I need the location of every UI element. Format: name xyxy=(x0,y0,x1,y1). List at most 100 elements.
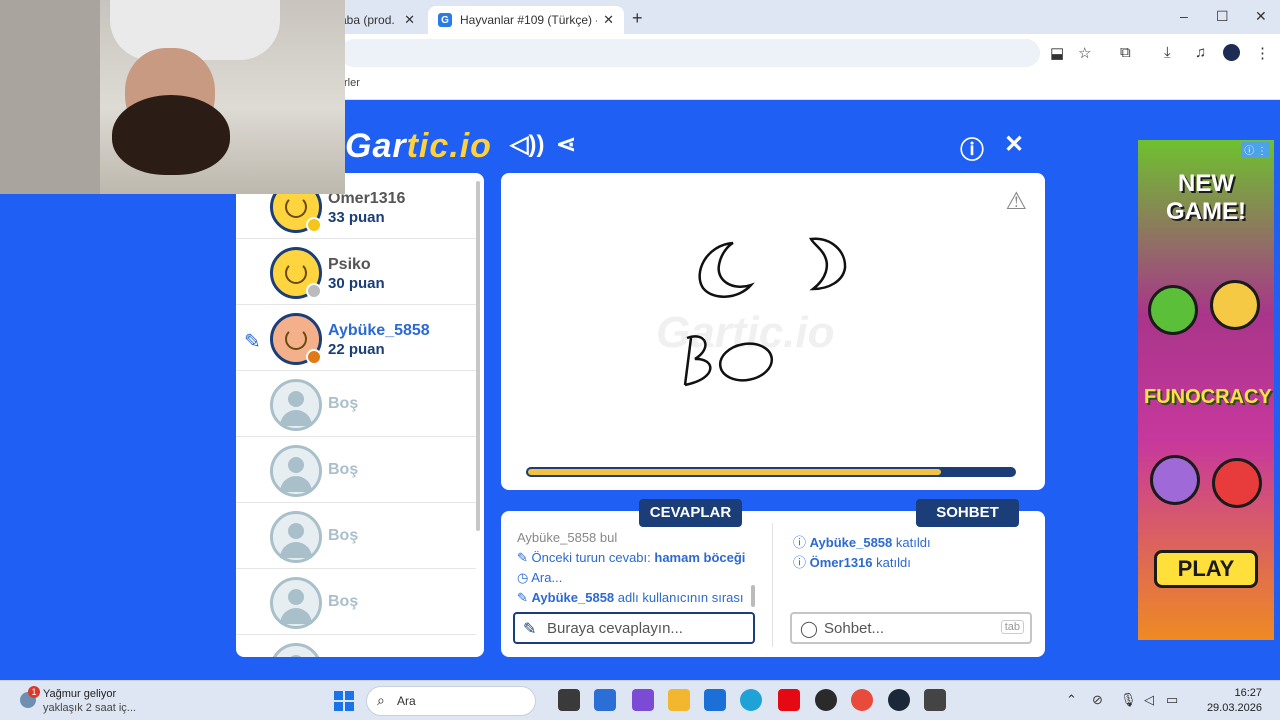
player-points: 22 puan xyxy=(328,341,385,358)
network-icon[interactable]: ⊘ xyxy=(1092,692,1103,708)
task-view-icon[interactable] xyxy=(558,689,580,711)
close-icon[interactable]: ✕ xyxy=(603,12,614,28)
obs-icon[interactable] xyxy=(815,689,837,711)
bookmark-folder[interactable]: rler xyxy=(344,77,360,89)
tray-overflow-icon[interactable]: ⌃ xyxy=(1066,692,1077,708)
media-control-icon[interactable]: ♫ xyxy=(1195,44,1206,61)
search-label: Ara xyxy=(397,694,416,708)
answer-input[interactable]: ✎ Buraya cevaplayın... xyxy=(513,612,755,644)
ad-banner[interactable]: ⓘ ⋮ NEW GAME! FUNOCRACY PLAY xyxy=(1138,140,1274,640)
round-timer-bar xyxy=(526,467,1016,477)
answer-log-line: ✎ Önceki turun cevabı: hamam böceği xyxy=(517,550,745,566)
microphone-icon[interactable]: 🎙 xyxy=(1120,692,1137,708)
info-icon[interactable]: ⓘ xyxy=(960,130,984,165)
weather-subtitle: yaklaşık 2 saat iç... xyxy=(43,702,136,714)
pencil-icon: ✎ xyxy=(517,590,528,605)
turn-player-name: Aybüke_5858 xyxy=(531,590,615,605)
file-explorer-icon[interactable] xyxy=(668,689,690,711)
answer-log-line: ◷ Ara... xyxy=(517,570,562,586)
ad-character-icon xyxy=(1148,285,1198,335)
chat-placeholder: Sohbet... xyxy=(824,620,885,637)
empty-slot: Boş xyxy=(236,569,476,635)
chrome-icon[interactable] xyxy=(851,689,873,711)
extensions-icon[interactable]: ⧉ xyxy=(1120,44,1131,61)
logo-main: Gar xyxy=(345,127,407,165)
clock-date: 29.03.2026 xyxy=(1206,702,1262,714)
bookmark-star-icon[interactable]: ☆ xyxy=(1078,44,1091,62)
taskbar: 1 Yağmur geliyor yaklaşık 2 saat iç... ⌕… xyxy=(0,680,1280,720)
battery-icon[interactable]: ▭ xyxy=(1166,692,1178,708)
ad-play-button[interactable]: PLAY xyxy=(1154,550,1258,588)
ad-character-icon xyxy=(1210,280,1260,330)
minimize-button[interactable]: – xyxy=(1180,8,1188,24)
edge-icon[interactable] xyxy=(740,689,762,711)
store-icon[interactable] xyxy=(704,689,726,711)
gartic-favicon-icon: G xyxy=(438,13,452,27)
ad-brand: FUNOCRACY xyxy=(1144,386,1272,408)
pencil-icon: ✎ xyxy=(244,331,261,353)
windows-start-icon[interactable] xyxy=(334,691,354,711)
player-name: Psiko xyxy=(328,256,371,273)
empty-avatar-icon xyxy=(270,643,322,657)
chat-input[interactable]: ◯ Sohbet... tab xyxy=(790,612,1032,644)
profile-avatar[interactable] xyxy=(1223,44,1240,61)
taskbar-search[interactable]: ⌕ Ara xyxy=(366,686,536,716)
webcam-hair xyxy=(112,95,230,175)
speaker-icon[interactable]: ◁ xyxy=(1144,692,1154,708)
pencil-icon: ✎ xyxy=(523,621,537,638)
empty-label: Boş xyxy=(328,593,359,610)
install-app-icon[interactable]: ⬓ xyxy=(1050,44,1064,62)
menu-icon[interactable]: ⋮ xyxy=(1255,44,1270,62)
empty-avatar-icon xyxy=(270,511,322,563)
report-warning-icon[interactable]: ⚠ xyxy=(1005,187,1027,216)
player-list: Ömer1316 33 puan Psiko 30 puan ✎ Aybüke_… xyxy=(236,173,484,657)
webcam-background xyxy=(0,0,100,194)
tab-gartic[interactable]: G Hayvanlar #109 (Türkçe) - Gartic ✕ xyxy=(428,6,624,34)
status-badge xyxy=(306,217,322,233)
empty-avatar-icon xyxy=(270,379,322,431)
app-icon[interactable] xyxy=(594,689,616,711)
download-icon[interactable]: ⤓ xyxy=(1164,44,1171,61)
chat-user: Ömer1316 xyxy=(809,555,873,570)
new-tab-button[interactable]: + xyxy=(632,8,643,29)
window-close-button[interactable]: ✕ xyxy=(1255,8,1267,25)
answer-log-text: bul xyxy=(599,530,618,545)
smiley-icon xyxy=(285,328,307,350)
share-icon[interactable]: ⋖ xyxy=(556,130,576,159)
clock-time: 16:27 xyxy=(1234,687,1262,699)
player-name: Aybüke_5858 xyxy=(328,322,430,339)
chat-user: Aybüke_5858 xyxy=(809,535,893,550)
round-timer-fill xyxy=(526,467,943,477)
steam-icon[interactable] xyxy=(888,689,910,711)
answers-scrollbar[interactable] xyxy=(751,585,755,607)
close-icon[interactable]: ✕ xyxy=(404,12,415,28)
ad-headline: NEW GAME! xyxy=(1166,170,1246,225)
gartic-logo: Gartic.io xyxy=(345,127,492,166)
address-input[interactable] xyxy=(340,39,1040,67)
tab-key-hint: tab xyxy=(1000,620,1024,634)
player-list-scrollbar[interactable] xyxy=(476,181,480,531)
ad-character-icon xyxy=(1150,455,1200,505)
netflix-icon[interactable] xyxy=(778,689,800,711)
answers-tab[interactable]: CEVAPLAR xyxy=(639,499,742,527)
taskbar-clock[interactable]: 16:27 29.03.2026 xyxy=(1196,686,1262,716)
empty-slot: Boş xyxy=(236,437,476,503)
clock-icon: ◷ xyxy=(517,570,529,585)
turn-text: adlı kullanıcının sırası xyxy=(617,590,744,605)
empty-avatar-icon xyxy=(270,577,322,629)
chat-line: ⓘ Ömer1316 katıldı xyxy=(793,552,911,571)
drawing-canvas[interactable]: Gartic.io ⚠ xyxy=(501,173,1045,490)
answer-placeholder: Buraya cevaplayın... xyxy=(547,620,683,637)
webcam-overlay xyxy=(0,0,345,194)
empty-label: Boş xyxy=(328,527,359,544)
maximize-button[interactable]: ☐ xyxy=(1216,8,1229,25)
app-icon[interactable] xyxy=(632,689,654,711)
chat-tab[interactable]: SOHBET xyxy=(916,499,1019,527)
notification-badge: 1 xyxy=(28,686,40,698)
sound-icon[interactable]: ◁)) xyxy=(510,130,544,159)
app-icon[interactable] xyxy=(924,689,946,711)
chat-line: ⓘ Aybüke_5858 katıldı xyxy=(793,532,931,551)
ad-info-icon[interactable]: ⓘ ⋮ xyxy=(1241,142,1270,157)
exit-icon[interactable]: ✕ xyxy=(1004,130,1024,159)
answers-chat-panel: Aybüke_5858 bul ✎ Önceki turun cevabı: h… xyxy=(501,511,1045,657)
